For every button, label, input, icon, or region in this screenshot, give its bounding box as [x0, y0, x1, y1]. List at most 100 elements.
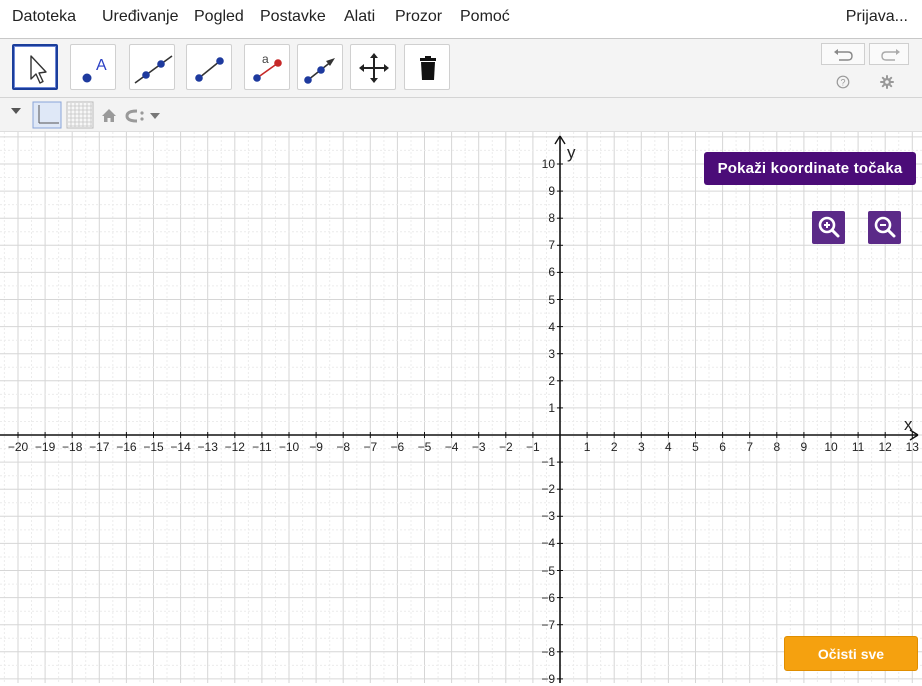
segment-fixed-length-tool-button[interactable]: a [244, 44, 290, 90]
gear-icon[interactable] [879, 74, 895, 90]
style-bar [0, 98, 922, 132]
y-tick-label: −5 [541, 563, 555, 578]
clear-all-button[interactable]: Očisti sve [784, 636, 918, 671]
y-tick-label: −2 [541, 482, 555, 497]
y-tick-label: 10 [541, 157, 555, 171]
help-icon[interactable]: ? [836, 75, 850, 89]
x-tick-label: 5 [692, 440, 699, 454]
toolbar: A a ? [0, 38, 922, 98]
x-tick-label: −1 [526, 440, 540, 454]
axes-toggle-icon[interactable] [32, 101, 62, 129]
x-tick-label: −16 [116, 440, 137, 454]
y-tick-label: −6 [541, 590, 555, 605]
y-tick-label: 4 [548, 319, 555, 334]
show-coordinates-button[interactable]: Pokaži koordinate točaka [704, 152, 916, 185]
point-capturing-dropdown-icon[interactable] [123, 107, 171, 125]
grid-toggle-icon[interactable] [66, 101, 94, 129]
redo-icon [881, 49, 900, 61]
x-tick-label: 1 [583, 440, 591, 454]
zoom-in-button[interactable] [812, 211, 845, 244]
x-tick-label: 4 [665, 440, 672, 454]
y-tick-label: −1 [541, 455, 555, 470]
segment-tool-button[interactable] [186, 44, 232, 90]
x-tick-label: −10 [278, 440, 300, 454]
cursor-arrow-icon [30, 55, 47, 84]
x-tick-label: −5 [417, 440, 432, 454]
x-tick-label: 2 [610, 440, 618, 454]
x-tick-label: 12 [878, 440, 892, 454]
collapse-triangle-icon[interactable] [10, 106, 22, 116]
y-tick-label: 5 [548, 292, 555, 307]
coordinate-grid [0, 132, 922, 683]
y-tick-label: 8 [548, 211, 555, 226]
vector-tool-button[interactable] [297, 44, 343, 90]
graphics-view[interactable] [0, 132, 922, 683]
x-tick-label: −20 [7, 440, 29, 454]
x-tick-label: −9 [309, 440, 323, 454]
x-tick-label: 13 [905, 440, 919, 454]
segment-icon [195, 57, 224, 82]
x-tick-label: −13 [197, 440, 218, 454]
x-tick-label: 8 [773, 440, 781, 454]
zoom-out-icon [874, 216, 896, 238]
zoom-in-icon [818, 216, 840, 238]
x-tick-label: −19 [34, 440, 56, 454]
trash-icon [420, 56, 436, 80]
x-tick-label: −11 [252, 440, 272, 454]
point-tool-button[interactable]: A [70, 44, 116, 90]
home-icon[interactable] [101, 108, 117, 123]
sign-in-link[interactable]: Prijava... [846, 8, 908, 26]
segment-with-length-icon: a [253, 52, 282, 82]
x-tick-label: 7 [746, 440, 754, 454]
x-tick-label: 6 [719, 440, 726, 454]
menu-options[interactable]: Postavke [260, 8, 326, 26]
delete-tool-button[interactable] [404, 44, 450, 90]
y-tick-label: 3 [548, 346, 555, 361]
y-tick-label: −4 [541, 536, 555, 551]
undo-button[interactable] [821, 43, 865, 65]
y-tick-label: −3 [541, 509, 555, 524]
line-tool-button[interactable] [129, 44, 175, 90]
svg-text:?: ? [841, 78, 846, 88]
y-tick-label: 7 [548, 238, 555, 253]
menu-window[interactable]: Prozor [395, 8, 442, 26]
x-tick-label: −3 [471, 440, 486, 454]
x-tick-label: −14 [170, 440, 191, 454]
x-tick-label: 9 [800, 440, 808, 454]
x-tick-label: −6 [390, 440, 405, 454]
line-icon [134, 55, 173, 84]
x-tick-label: 10 [824, 440, 838, 454]
y-tick-label: −8 [541, 644, 555, 659]
point-icon: A [82, 57, 107, 83]
x-tick-label: −18 [62, 440, 83, 454]
y-tick-label: 9 [548, 184, 555, 199]
svg-text:a: a [262, 52, 269, 66]
x-tick-label: 11 [851, 440, 865, 454]
menu-bar: Datoteka Uređivanje Pogled Postavke Alat… [0, 0, 922, 38]
x-tick-label: −15 [143, 440, 164, 454]
x-tick-label: −17 [89, 440, 110, 454]
y-axis-label: y [567, 143, 576, 162]
redo-button[interactable] [869, 43, 909, 65]
vector-icon [304, 58, 335, 84]
x-axis-label: x [904, 415, 913, 434]
y-tick-label: 1 [548, 400, 555, 415]
zoom-out-button[interactable] [868, 211, 901, 244]
move-graphics-view-button[interactable] [350, 44, 396, 90]
y-tick-label: −9 [541, 671, 555, 686]
menu-edit[interactable]: Uređivanje [102, 8, 178, 26]
menu-tools[interactable]: Alati [344, 8, 375, 26]
menu-file[interactable]: Datoteka [12, 8, 76, 26]
x-tick-label: 3 [637, 440, 645, 454]
menu-view[interactable]: Pogled [194, 8, 244, 26]
svg-text:A: A [96, 57, 107, 74]
x-tick-label: −2 [498, 440, 513, 454]
move-arrows-icon [359, 53, 389, 83]
x-tick-label: −7 [363, 440, 378, 454]
undo-icon [834, 49, 853, 61]
menu-help[interactable]: Pomoć [460, 8, 510, 26]
move-tool-button[interactable] [12, 44, 58, 90]
y-tick-label: 6 [548, 265, 555, 280]
x-tick-label: −8 [336, 440, 351, 454]
x-tick-label: −4 [444, 440, 459, 454]
